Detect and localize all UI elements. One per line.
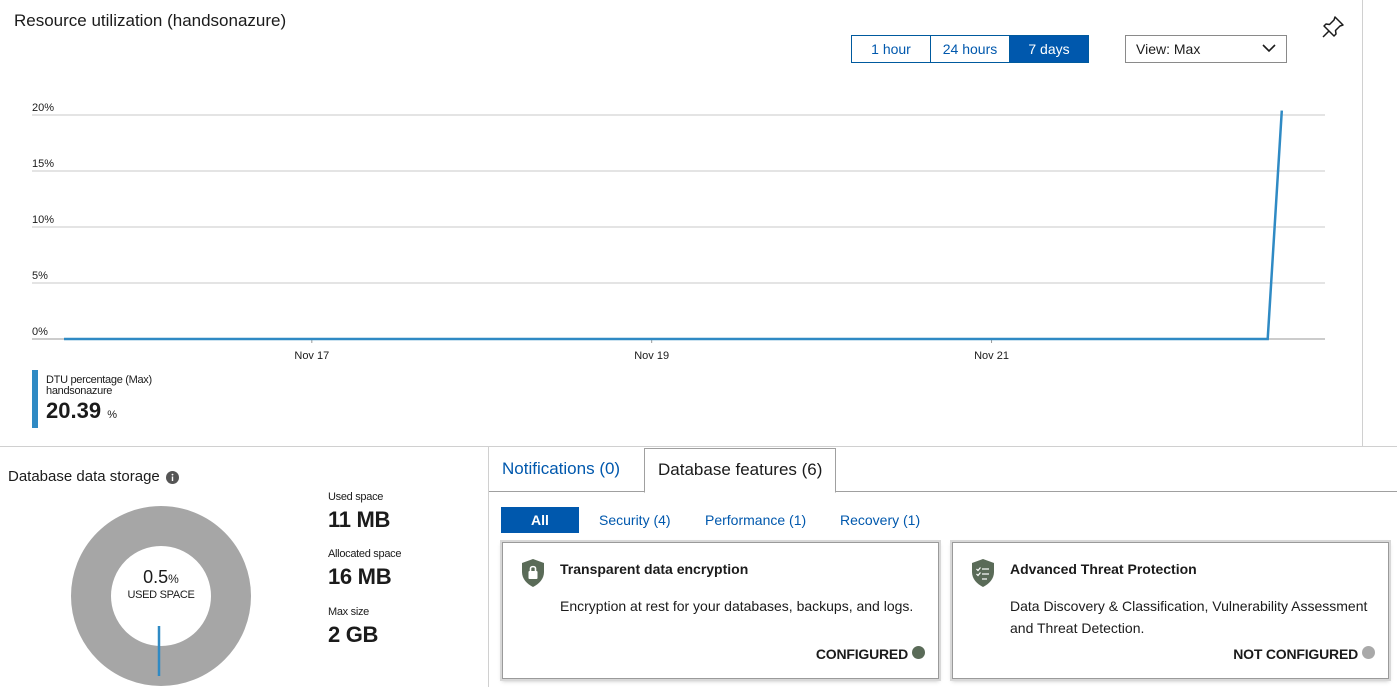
- features-panel: Notifications (0) Database features (6) …: [488, 446, 1397, 687]
- card-description: Encryption at rest for your databases, b…: [560, 598, 914, 614]
- feature-card-tde[interactable]: Transparent data encryption Encryption a…: [502, 542, 939, 679]
- storage-title: Database data storage: [8, 468, 160, 485]
- card-description: Data Discovery & Classification, Vulnera…: [1010, 598, 1368, 636]
- legend-resource: handsonazure: [46, 385, 113, 397]
- x-tick-label: Nov 21: [974, 350, 1009, 362]
- y-tick-label: 20%: [32, 102, 54, 114]
- time-range-24-hours[interactable]: 24 hours: [931, 36, 1010, 62]
- lock-shield-icon: [522, 559, 544, 587]
- allocated-space-stat-value: 16 MB: [328, 564, 392, 589]
- panel-title: Resource utilization (handsonazure): [14, 11, 287, 30]
- max-size-stat-value: 2 GB: [328, 622, 379, 647]
- y-tick-label: 5%: [32, 270, 48, 282]
- max-size-stat-label: Max size: [328, 606, 369, 618]
- allocated-space-stat-label: Allocated space: [328, 548, 402, 560]
- chart-legend[interactable]: DTU percentage (Max) handsonazure 20.39 …: [32, 370, 152, 428]
- used-space-stat-value: 11 MB: [328, 507, 391, 532]
- view-dropdown-value: View: Max: [1136, 41, 1201, 57]
- x-tick-label: Nov 17: [294, 350, 329, 362]
- legend-value: 20.39 %: [46, 398, 117, 423]
- chevron-down-icon: [1262, 44, 1276, 53]
- y-tick-label: 10%: [32, 214, 54, 226]
- feature-card-atp[interactable]: Advanced Threat Protection Data Discover…: [952, 542, 1389, 679]
- used-space-stat-label: Used space: [328, 491, 384, 503]
- filter-all[interactable]: All: [501, 507, 579, 533]
- tab-database-features[interactable]: Database features (6): [644, 448, 837, 493]
- info-icon[interactable]: [166, 471, 179, 484]
- resource-utilization-panel: Resource utilization (handsonazure) 1 ho…: [0, 0, 1363, 446]
- card-status: NOT CONFIGURED: [1233, 646, 1358, 662]
- tab-notifications[interactable]: Notifications (0): [489, 448, 633, 492]
- view-dropdown[interactable]: View: Max: [1125, 35, 1287, 63]
- dtu-line-chart: 20% 15% 10% 5% 0% Nov 17 Nov 19 Nov 21: [32, 102, 1325, 362]
- filter-security[interactable]: Security (4): [599, 507, 671, 533]
- used-percent: 0.5%: [143, 567, 179, 587]
- card-title: Advanced Threat Protection: [1010, 561, 1197, 577]
- status-dot: [912, 646, 925, 659]
- filter-performance[interactable]: Performance (1): [705, 507, 806, 533]
- card-title: Transparent data encryption: [560, 561, 749, 577]
- checklist-shield-icon: [972, 559, 994, 587]
- time-range-toggle: 1 hour 24 hours 7 days: [851, 35, 1089, 63]
- x-tick-label: Nov 19: [634, 350, 669, 362]
- filter-recovery[interactable]: Recovery (1): [840, 507, 920, 533]
- y-tick-label: 15%: [32, 158, 54, 170]
- time-range-7-days[interactable]: 7 days: [1010, 36, 1088, 62]
- time-range-1-hour[interactable]: 1 hour: [852, 36, 931, 62]
- y-tick-label: 0%: [32, 326, 48, 338]
- card-status: CONFIGURED: [815, 646, 908, 662]
- used-space-label: USED SPACE: [127, 589, 195, 601]
- status-dot: [1362, 646, 1375, 659]
- pin-icon[interactable]: [1320, 14, 1346, 40]
- tab-bar: Notifications (0) Database features (6): [489, 446, 1397, 493]
- series-line-dtu: [64, 110, 1284, 341]
